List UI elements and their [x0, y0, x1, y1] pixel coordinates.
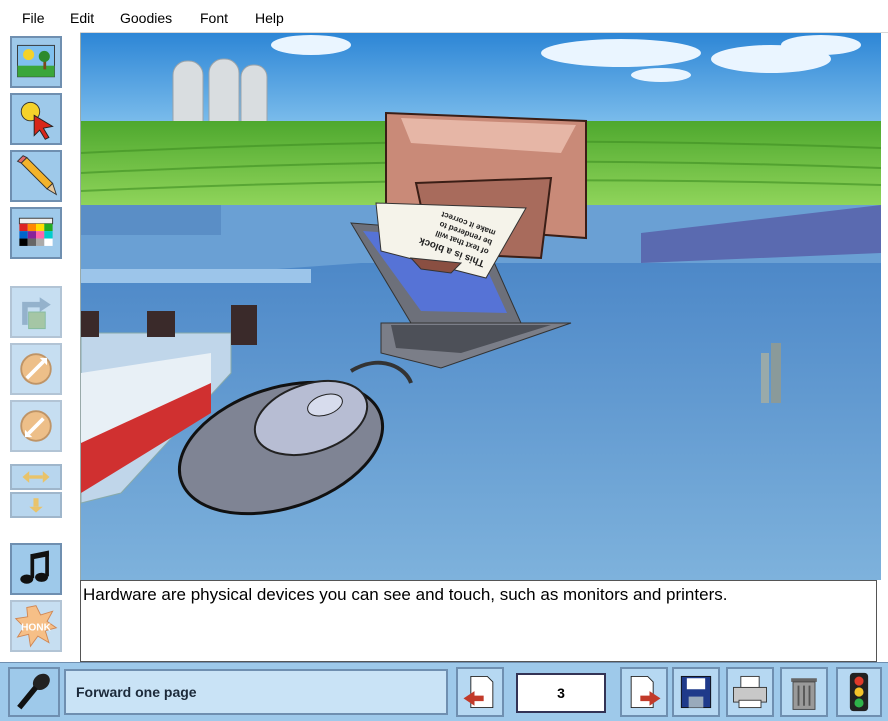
menu-goodies[interactable]: Goodies — [120, 10, 172, 26]
next-page-button[interactable] — [620, 667, 668, 717]
honk-sound-tool[interactable]: HONK — [10, 600, 62, 652]
status-bar: Forward one page — [64, 669, 448, 715]
music-tool[interactable] — [10, 543, 62, 595]
music-note-icon — [20, 550, 49, 584]
color-palette-tool[interactable] — [10, 207, 62, 259]
status-text: Forward one page — [76, 684, 197, 700]
bottom-bar: Forward one page 3 — [0, 662, 888, 721]
pencil-icon — [16, 155, 58, 196]
quit-button[interactable] — [836, 667, 882, 717]
caption-text-box[interactable]: Hardware are physical devices you can se… — [80, 580, 877, 662]
pencil-tool[interactable] — [10, 150, 62, 202]
flip-vertical-icon — [29, 498, 43, 513]
printer-icon — [733, 675, 767, 709]
scene-illustration: This is a block of text that will be ren… — [81, 33, 881, 580]
menu-font[interactable]: Font — [200, 10, 228, 26]
shrink-tool[interactable] — [10, 400, 62, 452]
enlarge-tool[interactable] — [10, 343, 62, 395]
print-button[interactable] — [726, 667, 774, 717]
rotate-tool[interactable] — [10, 286, 62, 338]
page-back-icon — [463, 675, 494, 709]
trash-can-icon — [791, 678, 817, 710]
select-tool[interactable] — [10, 93, 62, 145]
delete-button[interactable] — [780, 667, 828, 717]
caption-text: Hardware are physical devices you can se… — [83, 585, 728, 604]
roof-pipe — [761, 353, 769, 403]
enlarge-icon — [20, 353, 52, 385]
shrink-icon — [20, 410, 52, 442]
menu-bar: File Edit Goodies Font Help — [0, 0, 888, 33]
background-tool[interactable] — [10, 36, 62, 88]
page-forward-icon — [630, 675, 661, 709]
floppy-disk-icon — [680, 675, 712, 709]
page-number: 3 — [516, 673, 606, 713]
previous-page-button[interactable] — [456, 667, 504, 717]
traffic-light-icon — [849, 672, 869, 712]
svg-text:HONK: HONK — [21, 623, 52, 634]
menu-edit[interactable]: Edit — [70, 10, 94, 26]
flip-horizontal-icon — [22, 471, 50, 483]
color-palette-icon — [18, 217, 54, 246]
microphone-icon — [17, 673, 50, 710]
honk-burst-icon: HONK — [14, 605, 58, 648]
drawing-canvas[interactable]: This is a block of text that will be ren… — [80, 33, 881, 580]
menu-help[interactable]: Help — [255, 10, 284, 26]
flip-horizontal-tool[interactable] — [10, 464, 62, 490]
flip-vertical-tool[interactable] — [10, 492, 62, 518]
select-pointer-icon — [20, 101, 54, 140]
left-toolbar: HONK — [0, 32, 80, 720]
menu-file[interactable]: File — [22, 10, 45, 26]
rotate-icon — [22, 297, 51, 330]
landscape-icon — [17, 44, 55, 78]
microphone-tool[interactable] — [8, 667, 60, 717]
save-button[interactable] — [672, 667, 720, 717]
